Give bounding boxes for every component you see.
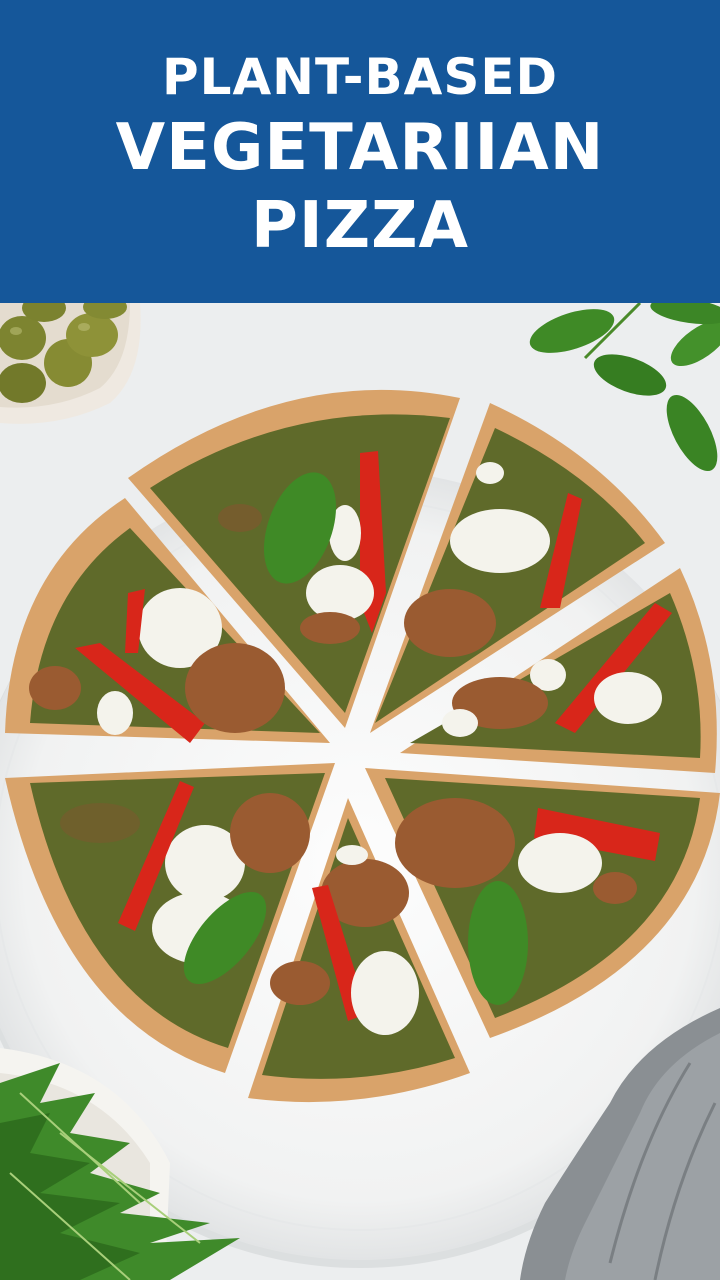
title-line-1: PLANT-BASED [161,47,559,106]
pizza-photo [0,303,720,1280]
title-line-2: VEGETARIIAN [115,110,605,185]
title-line-3: PIZZA [250,188,470,263]
title-banner: PLANT-BASED VEGETARIIAN PIZZA [0,0,720,303]
